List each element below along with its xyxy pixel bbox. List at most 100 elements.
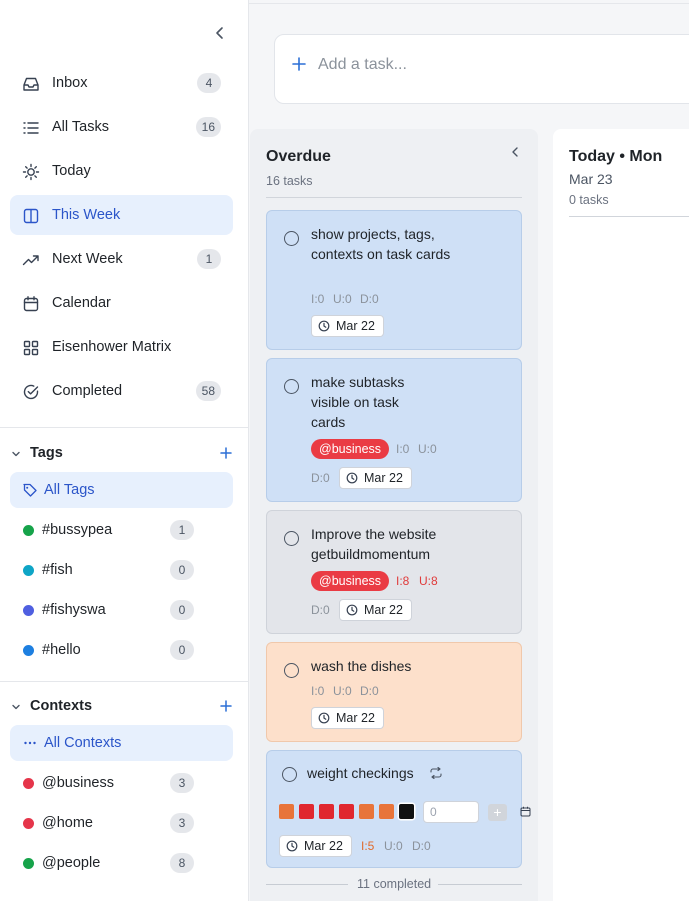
tag-label: #fishyswa: [42, 602, 106, 618]
difficulty-value: D:0: [311, 471, 330, 485]
task-title: wash the dishes: [311, 658, 412, 674]
contexts-section-header[interactable]: Contexts: [10, 695, 233, 719]
all-contexts[interactable]: All Contexts: [10, 725, 233, 761]
importance-value: I:0: [311, 292, 325, 306]
today-date: Mar 23: [569, 171, 613, 187]
nav-today[interactable]: Today: [10, 151, 233, 191]
tag-count: 1: [170, 520, 194, 540]
tag-count: 0: [170, 560, 194, 580]
nav-completed[interactable]: Completed 58: [10, 371, 233, 411]
task-checkbox[interactable]: [284, 531, 299, 546]
due-date-text: Mar 22: [304, 839, 343, 853]
context-item[interactable]: @home 3: [10, 805, 233, 841]
nav-next-week-label: Next Week: [52, 251, 123, 267]
nav-eisenhower-matrix[interactable]: Eisenhower Matrix: [10, 327, 233, 367]
tag-item[interactable]: #hello 0: [10, 632, 233, 668]
chevron-down-icon: [12, 704, 20, 710]
task-card[interactable]: Improve the website getbuildmomentum @bu…: [266, 510, 522, 634]
check-circle-icon: [23, 384, 39, 400]
urgency-value: U:0: [333, 684, 352, 698]
task-title: Improve the website getbuildmomentum: [311, 526, 437, 562]
overdue-title: Overdue: [266, 148, 331, 165]
due-date-text: Mar 22: [336, 711, 375, 725]
task-card[interactable]: weight checkings 0 + Mar 22 I:5 U:0 D:0: [266, 750, 531, 868]
task-checkbox[interactable]: [282, 767, 297, 782]
task-card[interactable]: make subtasks visible on task cards @bus…: [266, 358, 522, 502]
collapse-sidebar-icon[interactable]: [211, 24, 229, 42]
nav-this-week-label: This Week: [52, 207, 121, 223]
tag-label: #fish: [42, 562, 73, 578]
all-tags[interactable]: All Tags: [10, 472, 233, 508]
today-column: Today • Mon Mar 23 0 tasks: [553, 129, 689, 901]
contexts-title: Contexts: [30, 698, 93, 714]
context-count: 8: [170, 853, 194, 873]
habit-day-marker[interactable]: [279, 804, 294, 819]
habit-add-button[interactable]: +: [488, 804, 507, 821]
habit-day-marker[interactable]: [379, 804, 394, 819]
sidebar-divider: [0, 427, 249, 428]
sun-icon: [22, 163, 40, 181]
context-pill[interactable]: @business: [311, 439, 390, 459]
nav-calendar[interactable]: Calendar: [10, 283, 233, 323]
nav-next-week-count: 1: [197, 249, 221, 269]
tag-count: 0: [170, 600, 194, 620]
importance-value: I:5: [361, 839, 375, 853]
today-task-count: 0 tasks: [569, 193, 609, 207]
today-title: Today • Mon: [569, 148, 663, 165]
context-pill[interactable]: @business: [311, 571, 390, 591]
completed-count: 11 completed: [357, 877, 432, 891]
tag-item[interactable]: #bussypea 1: [10, 512, 233, 548]
add-tag-icon[interactable]: [219, 446, 233, 460]
add-context-icon[interactable]: [219, 699, 233, 713]
tag-label: #hello: [42, 642, 81, 658]
all-tags-label: All Tags: [44, 482, 95, 498]
inbox-icon: [23, 77, 39, 91]
importance-value: I:0: [311, 684, 325, 698]
context-label: @business: [42, 775, 114, 791]
calendar-icon[interactable]: [520, 806, 531, 817]
due-date-pill[interactable]: Mar 22: [279, 835, 352, 857]
nav-all-tasks[interactable]: All Tasks 16: [10, 107, 233, 147]
nav-inbox[interactable]: Inbox 4: [10, 63, 233, 103]
task-checkbox[interactable]: [284, 379, 299, 394]
task-card[interactable]: show projects, tags, contexts on task ca…: [266, 210, 522, 350]
habit-day-marker[interactable]: [319, 804, 334, 819]
tag-count: 0: [170, 640, 194, 660]
nav-this-week[interactable]: This Week: [10, 195, 233, 235]
trend-icon: [22, 255, 39, 266]
habit-day-marker[interactable]: [359, 804, 374, 819]
difficulty-value: D:0: [360, 684, 379, 698]
due-date-pill[interactable]: Mar 22: [311, 315, 384, 337]
list-icon: [23, 122, 39, 134]
due-date-pill[interactable]: Mar 22: [311, 707, 384, 729]
nav-today-label: Today: [52, 163, 91, 179]
task-checkbox[interactable]: [284, 231, 299, 246]
tag-color-dot: [23, 565, 34, 576]
context-count: 3: [170, 773, 194, 793]
habit-day-marker[interactable]: [339, 804, 354, 819]
due-date-pill[interactable]: Mar 22: [339, 599, 412, 621]
overdue-task-count: 16 tasks: [266, 174, 313, 188]
habit-day-marker[interactable]: [299, 804, 314, 819]
context-item[interactable]: @business 3: [10, 765, 233, 801]
add-task-input[interactable]: Add a task...: [274, 34, 689, 104]
completed-rule: [266, 884, 348, 885]
collapse-column-icon[interactable]: [509, 145, 521, 159]
grid-icon: [23, 340, 39, 356]
tag-item[interactable]: #fish 0: [10, 552, 233, 588]
habit-day-marker[interactable]: [399, 804, 414, 819]
nav-inbox-label: Inbox: [52, 75, 88, 91]
nav-next-week[interactable]: Next Week 1: [10, 239, 233, 279]
nav-all-tasks-count: 16: [195, 117, 221, 137]
week-icon: [23, 208, 39, 224]
context-color-dot: [23, 778, 34, 789]
habit-value-input[interactable]: 0: [423, 801, 479, 823]
task-card[interactable]: wash the dishes I:0 U:0 D:0 Mar 22: [266, 642, 522, 742]
completed-toggle[interactable]: 11 completed: [266, 875, 522, 893]
due-date-pill[interactable]: Mar 22: [339, 467, 412, 489]
task-checkbox[interactable]: [284, 663, 299, 678]
tag-item[interactable]: #fishyswa 0: [10, 592, 233, 628]
chevron-down-icon: [12, 451, 20, 457]
context-item[interactable]: @people 8: [10, 845, 233, 881]
tags-section-header[interactable]: Tags: [10, 442, 233, 466]
